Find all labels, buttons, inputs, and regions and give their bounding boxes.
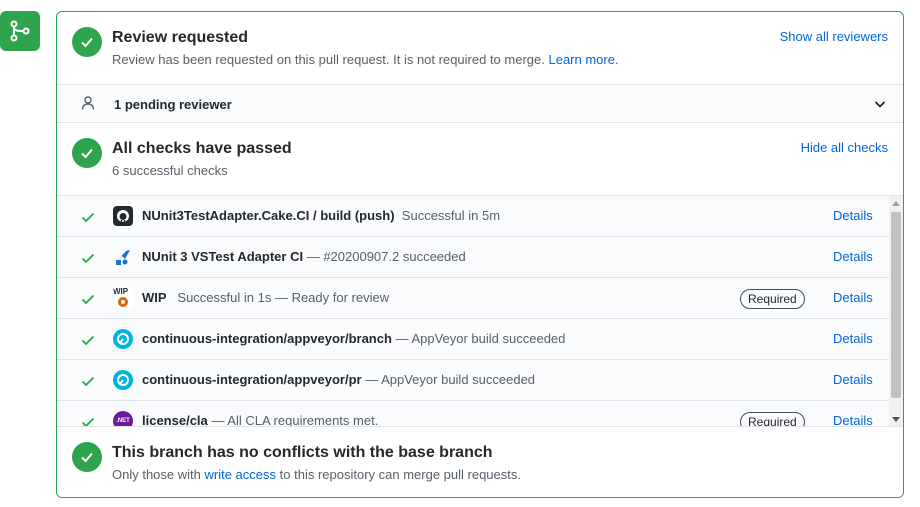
- git-merge-icon: [0, 11, 40, 51]
- check-context: NUnit 3 VSTest Adapter CI — #20200907.2 …: [142, 249, 466, 264]
- review-title: Review requested: [112, 29, 249, 46]
- check-circle-icon: [72, 138, 102, 168]
- checks-subtitle: 6 successful checks: [112, 163, 228, 178]
- merge-status-panel: Review requested Review has been request…: [56, 11, 904, 498]
- check-row: continuous-integration/appveyor/branch —…: [57, 319, 889, 360]
- scrollbar-thumb[interactable]: [891, 212, 901, 398]
- check-context: license/cla — All CLA requirements met.: [142, 413, 379, 426]
- details-link[interactable]: Details: [833, 413, 873, 426]
- checks-title: All checks have passed: [112, 140, 292, 157]
- learn-more-link[interactable]: Learn more.: [548, 52, 618, 67]
- details-link[interactable]: Details: [833, 372, 873, 387]
- checks-list[interactable]: NUnit3TestAdapter.Cake.CI / build (push)…: [57, 195, 903, 426]
- appveyor-icon: [113, 370, 133, 390]
- review-section: Review requested Review has been request…: [57, 12, 903, 84]
- review-subtitle: Review has been requested on this pull r…: [112, 52, 619, 67]
- required-badge: Required: [740, 289, 805, 309]
- branch-status-section: This branch has no conflicts with the ba…: [57, 426, 903, 497]
- details-link[interactable]: Details: [833, 208, 873, 223]
- details-link[interactable]: Details: [833, 290, 873, 305]
- details-link[interactable]: Details: [833, 331, 873, 346]
- check-row: .NET license/cla — All CLA requirements …: [57, 401, 889, 426]
- wip-app-icon: WIP: [113, 288, 133, 308]
- pending-reviewer-label: 1 pending reviewer: [114, 97, 232, 112]
- check-context: NUnit3TestAdapter.Cake.CI / build (push)…: [142, 208, 501, 223]
- check-context: continuous-integration/appveyor/pr — App…: [142, 372, 536, 387]
- scroll-down-arrow-icon[interactable]: [889, 413, 903, 426]
- check-icon: [81, 415, 95, 426]
- check-icon: [81, 292, 95, 311]
- check-icon: [81, 374, 95, 393]
- required-badge: Required: [740, 412, 805, 426]
- appveyor-icon: [113, 329, 133, 349]
- check-circle-icon: [72, 27, 102, 57]
- check-circle-icon: [72, 442, 102, 472]
- review-subtitle-text: Review has been requested on this pull r…: [112, 52, 545, 67]
- branch-title: This branch has no conflicts with the ba…: [112, 444, 493, 461]
- show-all-reviewers-link[interactable]: Show all reviewers: [780, 29, 888, 44]
- check-icon: [81, 251, 95, 270]
- check-row: WIP WIP Successful in 1s — Ready for rev…: [57, 278, 889, 319]
- checks-scrollbar[interactable]: [889, 196, 903, 426]
- check-row: NUnit 3 VSTest Adapter CI — #20200907.2 …: [57, 237, 889, 278]
- pending-reviewers-toggle[interactable]: 1 pending reviewer: [57, 84, 903, 123]
- azure-pipelines-icon: [113, 247, 133, 267]
- dotnet-icon: .NET: [113, 411, 133, 426]
- check-row: NUnit3TestAdapter.Cake.CI / build (push)…: [57, 196, 889, 237]
- hide-all-checks-link[interactable]: Hide all checks: [801, 140, 888, 155]
- branch-subtitle: Only those with write access to this rep…: [112, 467, 521, 482]
- check-icon: [81, 333, 95, 352]
- check-context: continuous-integration/appveyor/branch —…: [142, 331, 566, 346]
- check-row: continuous-integration/appveyor/pr — App…: [57, 360, 889, 401]
- chevron-down-icon[interactable]: [873, 97, 887, 116]
- scroll-up-arrow-icon[interactable]: [889, 196, 903, 210]
- person-icon: [80, 95, 96, 116]
- details-link[interactable]: Details: [833, 249, 873, 264]
- check-context: WIP Successful in 1s — Ready for review: [142, 290, 390, 305]
- github-icon: [113, 206, 133, 226]
- write-access-link[interactable]: write access: [205, 467, 277, 482]
- checks-section: All checks have passed 6 successful chec…: [57, 123, 903, 195]
- check-icon: [81, 210, 95, 229]
